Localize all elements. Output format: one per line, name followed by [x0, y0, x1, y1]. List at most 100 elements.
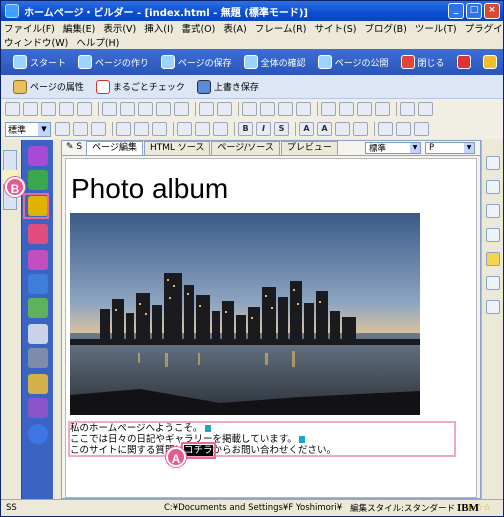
magic-icon[interactable] [483, 55, 497, 69]
property-icon[interactable] [486, 156, 500, 170]
menu-plugins[interactable]: プラグイン(P) [465, 21, 504, 35]
edit-panel-icon[interactable] [486, 204, 500, 218]
grid-palette-icon[interactable] [28, 298, 48, 318]
close-button[interactable]: × [484, 3, 500, 19]
start-button[interactable]: スタート [13, 55, 66, 69]
style-selector[interactable]: 標準 ▼ [365, 142, 421, 154]
copy-icon[interactable] [120, 102, 135, 116]
page-save-button[interactable]: ページの保存 [160, 55, 232, 69]
strike-icon[interactable]: S [274, 122, 289, 136]
form-icon[interactable] [339, 102, 354, 116]
table-icon[interactable] [321, 102, 336, 116]
accessibility-icon[interactable] [486, 252, 500, 266]
save-icon[interactable] [41, 102, 56, 116]
separator [374, 122, 375, 136]
table-palette-icon[interactable] [28, 274, 48, 294]
menu-view[interactable]: 表示(V) [103, 21, 136, 35]
menu-tools[interactable]: ツール(T) [415, 21, 457, 35]
sphere-icon[interactable] [28, 398, 48, 418]
find-icon[interactable] [156, 102, 171, 116]
text-color-icon[interactable] [213, 122, 228, 136]
menu-site[interactable]: サイト(S) [315, 21, 357, 35]
menu-blog[interactable]: ブログ(B) [364, 21, 406, 35]
tab-page-edit[interactable]: ページ編集 [86, 141, 143, 155]
indent-icon[interactable] [116, 122, 131, 136]
menu-window[interactable]: ウィンドウ(W) [4, 35, 68, 49]
city-skyline-photo[interactable] [70, 213, 420, 415]
contact-link[interactable]: コチラ [181, 442, 216, 459]
font-size-down-icon[interactable]: A [317, 122, 332, 136]
paragraph-icon[interactable] [152, 122, 167, 136]
table-edit-icon[interactable] [396, 122, 411, 136]
align-left-icon[interactable] [55, 122, 70, 136]
preview-icon[interactable] [77, 102, 92, 116]
grid-icon[interactable] [418, 102, 433, 116]
overwrite-save-button[interactable]: 上書き保存 [196, 79, 259, 94]
print-icon[interactable] [59, 102, 74, 116]
frame-icon[interactable] [375, 102, 390, 116]
list-panel-icon[interactable] [486, 228, 500, 242]
tab-html-source[interactable]: HTML ソース [143, 141, 211, 155]
menu-edit[interactable]: 編集(E) [63, 21, 95, 35]
shape-icon[interactable] [28, 250, 48, 270]
redo-icon[interactable] [217, 102, 232, 116]
menu-frame[interactable]: フレーム(R) [255, 21, 307, 35]
maximize-button[interactable]: □ [466, 3, 482, 19]
align-center-icon[interactable] [73, 122, 88, 136]
format-icon[interactable] [174, 102, 189, 116]
doc-panel-icon[interactable] [486, 276, 500, 290]
outdent-icon[interactable] [134, 122, 149, 136]
cell-icon[interactable] [400, 102, 415, 116]
bold-icon[interactable]: B [238, 122, 253, 136]
anchor-icon[interactable] [278, 102, 293, 116]
minimize-button[interactable]: _ [448, 3, 464, 19]
intro-text[interactable]: 私のホームページへようこそ。 ここでは日々の日記やギャラリーを掲載しています。 … [70, 423, 336, 459]
cut-icon[interactable] [102, 102, 117, 116]
page-heading[interactable]: Photo album [71, 173, 228, 205]
italic-icon[interactable]: I [256, 122, 271, 136]
tag-selector[interactable]: P ▼ [425, 142, 475, 154]
table-insert-icon[interactable] [378, 122, 393, 136]
highlight-icon[interactable] [335, 122, 350, 136]
paste-icon[interactable] [138, 102, 153, 116]
title-bar[interactable]: ホームページ・ビルダー - [index.html - 無題 (標準モード)] … [1, 1, 503, 21]
computer-icon[interactable] [28, 348, 48, 368]
layout-icon[interactable] [357, 102, 372, 116]
link-icon[interactable] [260, 102, 275, 116]
page-properties-button[interactable]: ページの属性 [13, 79, 84, 94]
page-create-button[interactable]: ページの作り [78, 55, 149, 69]
sparkle-icon[interactable] [28, 170, 48, 190]
table-merge-icon[interactable] [414, 122, 429, 136]
menu-insert[interactable]: 挿入(I) [144, 21, 173, 35]
new-icon[interactable] [5, 102, 20, 116]
form-palette-icon[interactable] [28, 324, 48, 344]
full-check-button[interactable]: まるごとチェック [95, 79, 185, 94]
align-right-icon[interactable] [91, 122, 106, 136]
navigator-icon[interactable] [486, 180, 500, 194]
game-icon[interactable] [457, 55, 471, 69]
folder-icon[interactable] [28, 374, 48, 394]
overall-check-button[interactable]: 全体の確認 [243, 55, 306, 69]
plus-circle-icon[interactable] [28, 424, 48, 444]
numbered-list-icon[interactable] [195, 122, 210, 136]
menu-help[interactable]: ヘルプ(H) [76, 35, 119, 49]
undo-icon[interactable] [199, 102, 214, 116]
font-size-up-icon[interactable]: A [299, 122, 314, 136]
menu-table[interactable]: 表(A) [223, 21, 246, 35]
color-picker-icon[interactable] [353, 122, 368, 136]
open-icon[interactable] [23, 102, 38, 116]
menu-file[interactable]: ファイル(F) [4, 21, 55, 35]
image-insert-icon[interactable] [28, 224, 48, 244]
tab-preview[interactable]: プレビュー [280, 141, 338, 155]
menu-format[interactable]: 書式(O) [181, 21, 215, 35]
page-publish-button[interactable]: ページの公開 [317, 55, 389, 69]
text-art-icon[interactable] [28, 146, 48, 166]
tab-page-source[interactable]: ページ/ソース [211, 141, 280, 155]
edit-icon[interactable] [242, 102, 257, 116]
page-canvas[interactable]: Photo album 私のホームページへようこそ。 ここでは日々の日記やギャラ… [65, 158, 477, 498]
history-icon[interactable] [486, 300, 500, 314]
close-page-button[interactable]: 閉じる [400, 55, 445, 69]
style-combo[interactable]: 標準 ▼ [5, 121, 51, 137]
list-icon[interactable] [177, 122, 192, 136]
image-icon[interactable] [296, 102, 311, 116]
